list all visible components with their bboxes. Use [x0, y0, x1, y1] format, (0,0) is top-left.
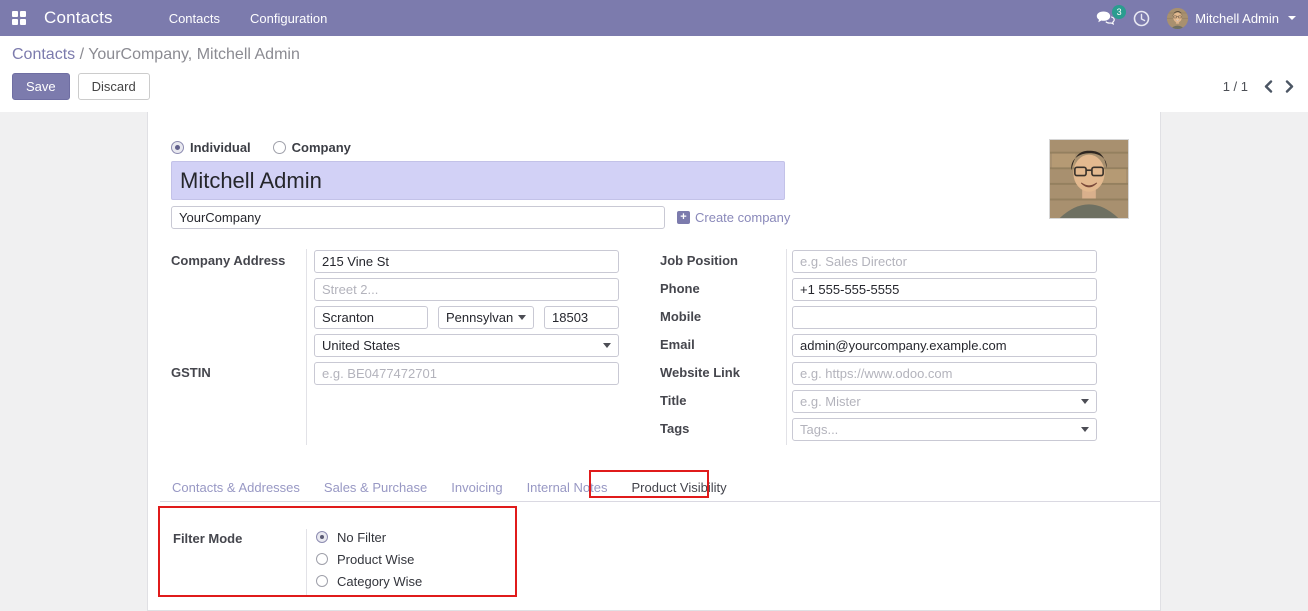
tab-sales-purchase[interactable]: Sales & Purchase	[312, 476, 439, 501]
state-caret-icon	[518, 315, 526, 320]
plus-square-icon: +	[677, 211, 690, 224]
state-select[interactable]: Pennsylvania (US)	[438, 306, 534, 329]
mobile-input[interactable]	[792, 306, 1097, 329]
radio-no-filter-circle	[316, 531, 328, 543]
title-caret-icon	[1081, 399, 1089, 404]
radio-individual[interactable]: Individual	[171, 140, 251, 155]
content-area: Individual Company + Create company Comp…	[0, 112, 1308, 611]
city-input[interactable]	[314, 306, 428, 329]
details-group: Job Position Phone Mobile Email Website …	[660, 249, 1104, 445]
company-address-label: Company Address	[171, 249, 306, 357]
create-company-link[interactable]: + Create company	[677, 210, 790, 225]
messages-button[interactable]: 3	[1096, 11, 1116, 26]
email-input[interactable]	[792, 334, 1097, 357]
pager: 1 / 1	[1223, 79, 1294, 94]
company-name-input[interactable]	[171, 206, 665, 229]
app-title[interactable]: Contacts	[44, 8, 113, 28]
zip-input[interactable]	[544, 306, 619, 329]
tab-invoicing[interactable]: Invoicing	[439, 476, 514, 501]
radio-product-wise[interactable]: Product Wise	[316, 551, 422, 567]
pager-next-icon[interactable]	[1285, 80, 1294, 93]
breadcrumb: Contacts / YourCompany, Mitchell Admin	[12, 46, 1294, 64]
radio-company-circle	[273, 141, 286, 154]
contact-name-input[interactable]	[171, 161, 785, 200]
tags-label: Tags	[660, 417, 786, 441]
notebook-tabs: Contacts & Addresses Sales & Purchase In…	[160, 476, 1160, 502]
radio-category-wise[interactable]: Category Wise	[316, 573, 422, 589]
contact-photo[interactable]	[1049, 139, 1129, 219]
pager-previous-icon[interactable]	[1264, 80, 1273, 93]
apps-menu-icon[interactable]	[12, 11, 26, 25]
menu-configuration[interactable]: Configuration	[248, 1, 329, 36]
breadcrumb-parent-link[interactable]: Contacts	[12, 46, 75, 63]
email-label: Email	[660, 333, 786, 357]
mobile-label: Mobile	[660, 305, 786, 329]
job-position-label: Job Position	[660, 249, 786, 273]
user-menu[interactable]: Mitchell Admin	[1167, 8, 1296, 29]
title-select[interactable]: e.g. Mister	[792, 390, 1097, 413]
radio-category-wise-circle	[316, 575, 328, 587]
navbar-right: 3	[1096, 8, 1296, 29]
tab-product-visibility[interactable]: Product Visibility	[620, 476, 739, 501]
save-button[interactable]: Save	[12, 73, 70, 100]
nav-menu: Contacts Configuration	[167, 1, 330, 36]
gstin-input[interactable]	[314, 362, 619, 385]
messages-count-badge: 3	[1112, 5, 1126, 19]
phone-label: Phone	[660, 277, 786, 301]
title-label: Title	[660, 389, 786, 413]
radio-company[interactable]: Company	[273, 140, 351, 155]
user-avatar	[1167, 8, 1188, 29]
breadcrumb-current: YourCompany, Mitchell Admin	[88, 46, 300, 63]
radio-no-filter[interactable]: No Filter	[316, 529, 422, 545]
country-select[interactable]: United States	[314, 334, 619, 357]
form-sheet: Individual Company + Create company Comp…	[147, 112, 1161, 611]
website-input[interactable]	[792, 362, 1097, 385]
website-label: Website Link	[660, 361, 786, 385]
radio-product-wise-circle	[316, 553, 328, 565]
address-group: Company Address GSTIN Pennsylvania (US)	[171, 249, 619, 445]
product-visibility-panel: Filter Mode No Filter Product Wise Categ…	[171, 502, 1160, 595]
control-panel: Contacts / YourCompany, Mitchell Admin S…	[0, 36, 1308, 112]
tab-contacts-addresses[interactable]: Contacts & Addresses	[160, 476, 312, 501]
tab-internal-notes[interactable]: Internal Notes	[515, 476, 620, 501]
activities-button[interactable]	[1133, 10, 1150, 27]
job-position-input[interactable]	[792, 250, 1097, 273]
contact-type-radio-group: Individual Company	[171, 140, 1160, 155]
user-name-label: Mitchell Admin	[1195, 11, 1279, 26]
phone-input[interactable]	[792, 278, 1097, 301]
street-input[interactable]	[314, 250, 619, 273]
menu-contacts[interactable]: Contacts	[167, 1, 222, 36]
gstin-label: GSTIN	[171, 361, 306, 385]
pager-value: 1 / 1	[1223, 79, 1248, 94]
filter-mode-label: Filter Mode	[171, 529, 306, 595]
clock-icon	[1133, 10, 1150, 27]
street2-input[interactable]	[314, 278, 619, 301]
breadcrumb-separator: /	[75, 46, 88, 63]
top-navbar: Contacts Contacts Configuration 3	[0, 0, 1308, 36]
tags-select[interactable]: Tags...	[792, 418, 1097, 441]
tags-caret-icon	[1081, 427, 1089, 432]
user-menu-caret-icon	[1288, 16, 1296, 20]
discard-button[interactable]: Discard	[78, 73, 150, 100]
country-caret-icon	[603, 343, 611, 348]
radio-individual-circle	[171, 141, 184, 154]
